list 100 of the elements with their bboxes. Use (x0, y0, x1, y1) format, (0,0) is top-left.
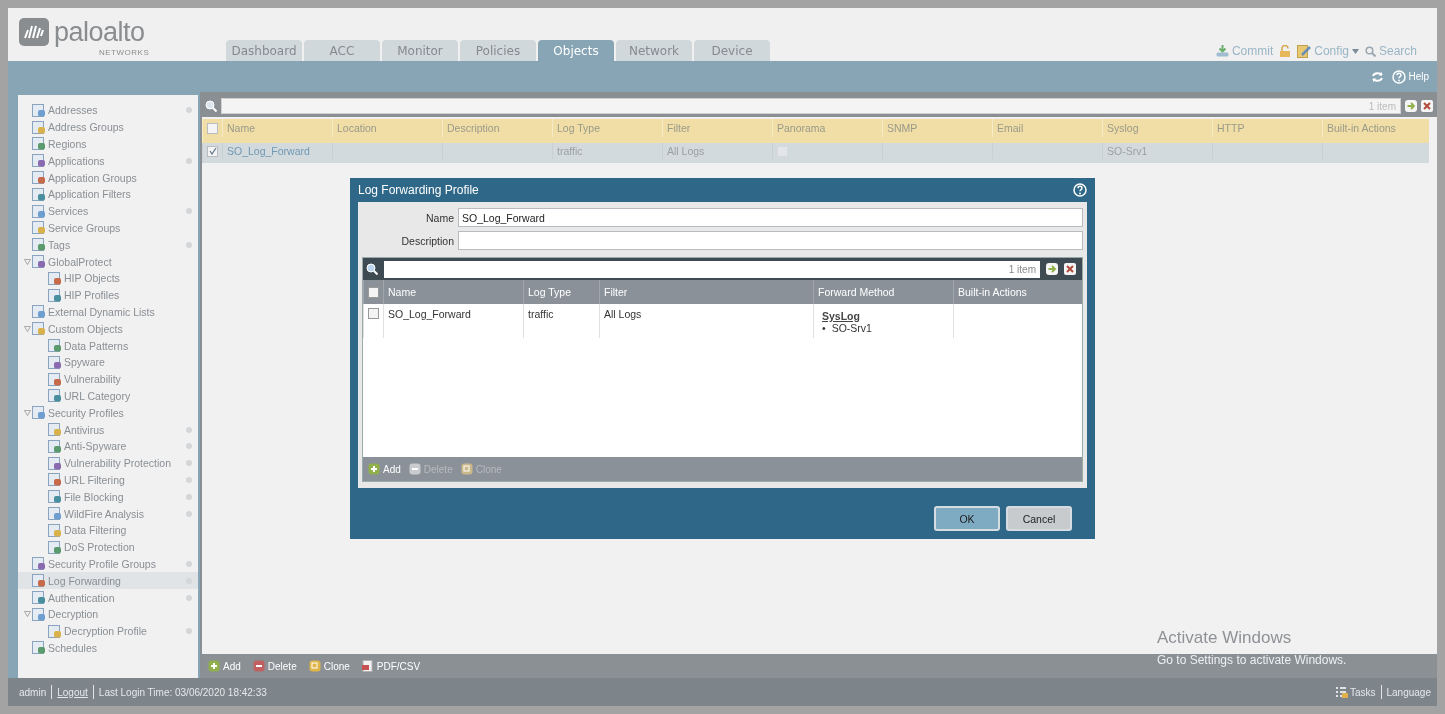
apply-filter-icon[interactable] (1405, 100, 1417, 112)
status-dot-icon (186, 460, 192, 467)
sidebar-label: Tags (48, 238, 71, 251)
sidebar-item[interactable]: URL Filtering (18, 471, 198, 489)
sidebar-label: Services (48, 205, 89, 218)
status-dot-icon (186, 443, 192, 450)
sidebar-item[interactable]: GlobalProtect (18, 253, 198, 270)
sidebar-item[interactable]: Application Groups (18, 169, 198, 186)
status-dot-icon (186, 560, 192, 567)
tasks-link[interactable]: Tasks (1334, 686, 1376, 698)
add-button[interactable]: Add (368, 463, 401, 475)
search-icon (366, 263, 378, 275)
clone-button[interactable]: Clone (308, 660, 350, 672)
sidebar-item[interactable]: Data Patterns (18, 337, 198, 354)
column-header[interactable]: Filter (662, 119, 772, 137)
pdf-button[interactable]: PDF/CSV (361, 660, 421, 672)
sidebar-item[interactable]: Applications (18, 152, 198, 170)
column-header[interactable]: Syslog (1102, 119, 1212, 137)
expanded-triangle-icon[interactable] (23, 258, 31, 265)
sidebar-item[interactable]: External Dynamic Lists (18, 303, 198, 321)
sidebar-item[interactable]: Services (18, 202, 198, 220)
logout-link[interactable]: Logout (57, 686, 88, 698)
sidebar-item[interactable]: Service Groups (18, 219, 198, 237)
filter-field[interactable]: 1 item (384, 260, 1040, 278)
delete-button[interactable]: Delete (252, 660, 297, 672)
clear-filter-icon[interactable] (1064, 263, 1076, 275)
column-header[interactable]: Log Type (552, 119, 662, 137)
column-header[interactable]: Panorama (772, 119, 882, 137)
expanded-triangle-icon[interactable] (23, 325, 31, 332)
last-login-time: Last Login Time: 03/06/2020 18:42:33 (98, 686, 267, 698)
sidebar-item[interactable]: WildFire Analysis (18, 505, 198, 522)
row-checkbox[interactable] (368, 308, 379, 319)
help-link[interactable]: Help (1392, 69, 1429, 84)
lock-icon[interactable] (1279, 45, 1292, 57)
sidebar-item[interactable]: DoS Protection (18, 538, 198, 556)
object-icon (32, 255, 46, 269)
sidebar-item[interactable]: Regions (18, 135, 198, 153)
object-icon (32, 171, 46, 185)
sidebar-item[interactable]: Vulnerability (18, 370, 198, 388)
sidebar-item[interactable]: File Blocking (18, 488, 198, 506)
search-link[interactable]: Search (1364, 44, 1417, 58)
select-all-checkbox[interactable] (368, 286, 379, 298)
config-link[interactable]: Config (1297, 44, 1359, 58)
sidebar-item[interactable]: URL Category (18, 387, 198, 405)
name-link[interactable]: SO_Log_Forward (227, 145, 310, 157)
ok-button[interactable]: OK (934, 506, 1000, 531)
sidebar-item[interactable]: Addresses (18, 102, 198, 119)
column-header[interactable]: Location (332, 119, 442, 137)
sidebar-item[interactable]: Security Profiles (18, 404, 198, 422)
commit-link[interactable]: Commit (1215, 44, 1274, 58)
sidebar-item[interactable]: Security Profile Groups (18, 555, 198, 573)
sidebar-item[interactable]: Schedules (18, 639, 198, 657)
select-all-checkbox[interactable] (207, 122, 218, 134)
text-field[interactable]: SO_Log_Forward (458, 208, 1083, 227)
status-dot-icon (186, 628, 192, 635)
nav-tab[interactable]: Network (616, 40, 692, 61)
column-header[interactable]: Name (222, 119, 332, 137)
document-icon (361, 660, 374, 672)
clone-icon (460, 463, 473, 475)
sidebar-label: Data Filtering (64, 524, 127, 537)
sidebar-item[interactable]: Application Filters (18, 186, 198, 203)
forward-method-link[interactable]: SysLog (822, 310, 953, 322)
column-header[interactable]: Built-in Actions (1322, 119, 1429, 137)
sidebar-item[interactable]: Log Forwarding (18, 572, 198, 590)
sidebar-item[interactable]: Decryption (18, 605, 198, 623)
sidebar-item[interactable]: Spyware (18, 353, 198, 371)
nav-tab[interactable]: Dashboard (226, 40, 302, 61)
sidebar-item[interactable]: Tags (18, 236, 198, 254)
sidebar-item[interactable]: Decryption Profile (18, 622, 198, 640)
expanded-triangle-icon[interactable] (23, 409, 31, 416)
sidebar-item[interactable]: Data Filtering (18, 521, 198, 539)
nav-tab[interactable]: ACC (304, 40, 380, 61)
expanded-triangle-icon[interactable] (23, 611, 31, 618)
nav-tab[interactable]: Monitor (382, 40, 458, 61)
refresh-icon[interactable] (1371, 70, 1385, 83)
sidebar-item[interactable]: Vulnerability Protection (18, 454, 198, 472)
nav-tab[interactable]: Device (694, 40, 770, 61)
row-checkbox[interactable] (207, 145, 218, 157)
minus-icon (408, 463, 421, 475)
sidebar-item[interactable]: Custom Objects (18, 320, 198, 338)
sidebar-item[interactable]: Antivirus (18, 421, 198, 438)
cancel-button[interactable]: Cancel (1006, 506, 1072, 531)
column-header[interactable]: HTTP (1212, 119, 1322, 137)
column-header[interactable]: SNMP (882, 119, 992, 137)
status-dot-icon (186, 208, 192, 215)
help-icon[interactable] (1073, 183, 1087, 197)
clear-filter-icon[interactable] (1421, 100, 1433, 112)
sidebar-item[interactable]: Address Groups (18, 118, 198, 136)
add-button[interactable]: Add (208, 660, 241, 672)
sidebar-item[interactable]: HIP Objects (18, 269, 198, 287)
sidebar-item[interactable]: Authentication (18, 589, 198, 606)
nav-tab[interactable]: Policies (460, 40, 536, 61)
text-field[interactable] (458, 231, 1083, 250)
sidebar-item[interactable]: Anti-Spyware (18, 437, 198, 455)
sidebar-item[interactable]: HIP Profiles (18, 286, 198, 304)
language-link[interactable]: Language (1386, 686, 1431, 698)
apply-filter-icon[interactable] (1046, 263, 1058, 275)
column-header[interactable]: Email (992, 119, 1102, 137)
column-header[interactable]: Description (442, 119, 552, 137)
nav-tab[interactable]: Objects (538, 40, 614, 61)
